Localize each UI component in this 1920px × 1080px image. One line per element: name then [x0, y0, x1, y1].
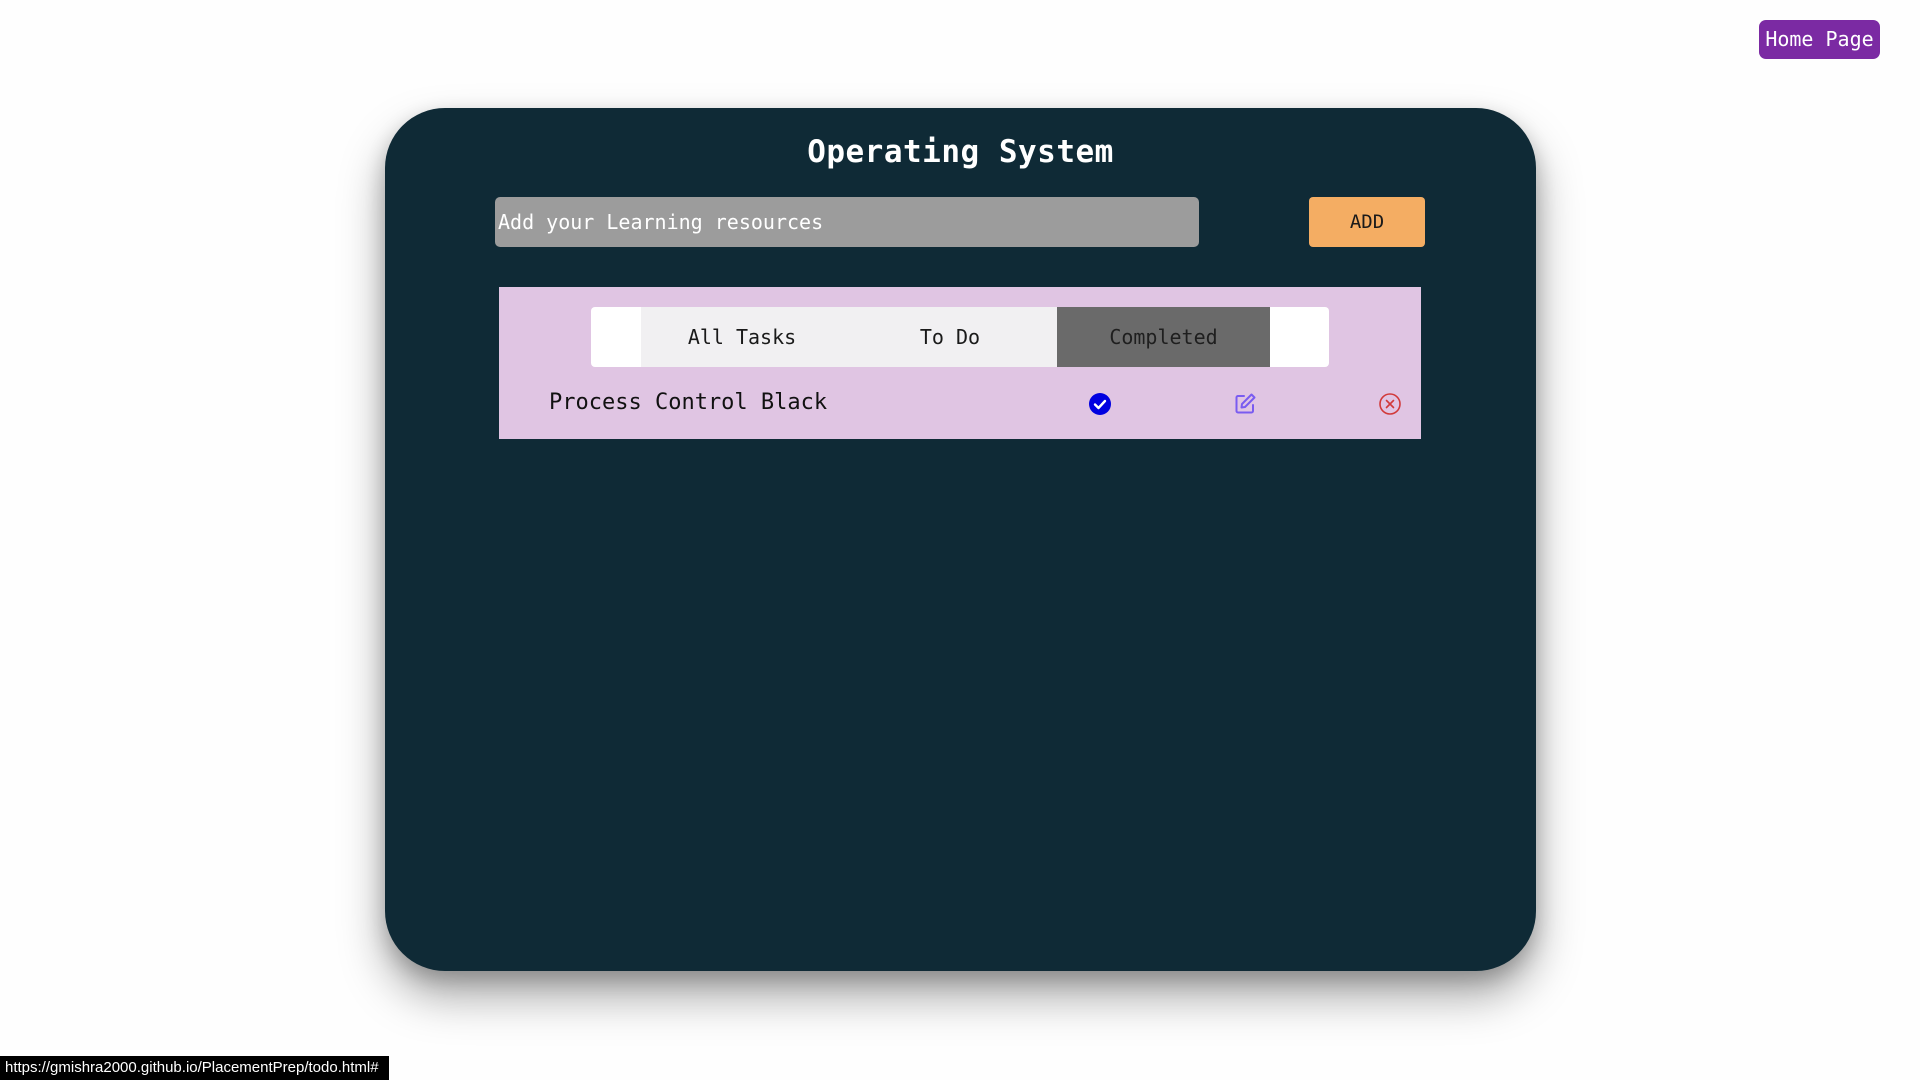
- todo-card: Operating System ADD All Tasks To Do Com…: [385, 108, 1536, 971]
- tab-completed[interactable]: Completed: [1057, 307, 1270, 367]
- tab-all-tasks[interactable]: All Tasks: [641, 307, 843, 367]
- edit-icon[interactable]: [1233, 392, 1257, 416]
- close-circle-icon[interactable]: [1378, 392, 1402, 416]
- task-text: Process Control Black: [549, 390, 828, 415]
- tab-bar: All Tasks To Do Completed: [591, 307, 1329, 367]
- tab-to-do[interactable]: To Do: [843, 307, 1057, 367]
- page-title: Operating System: [807, 134, 1114, 170]
- task-panel: All Tasks To Do Completed Process Contro…: [499, 287, 1421, 439]
- check-circle-icon[interactable]: [1088, 392, 1112, 416]
- resource-input[interactable]: [495, 197, 1199, 247]
- home-page-button[interactable]: Home Page: [1759, 20, 1880, 59]
- add-button[interactable]: ADD: [1309, 197, 1425, 247]
- task-row: Process Control Black: [499, 383, 1421, 423]
- status-bar-url: https://gmishra2000.github.io/PlacementP…: [0, 1056, 389, 1080]
